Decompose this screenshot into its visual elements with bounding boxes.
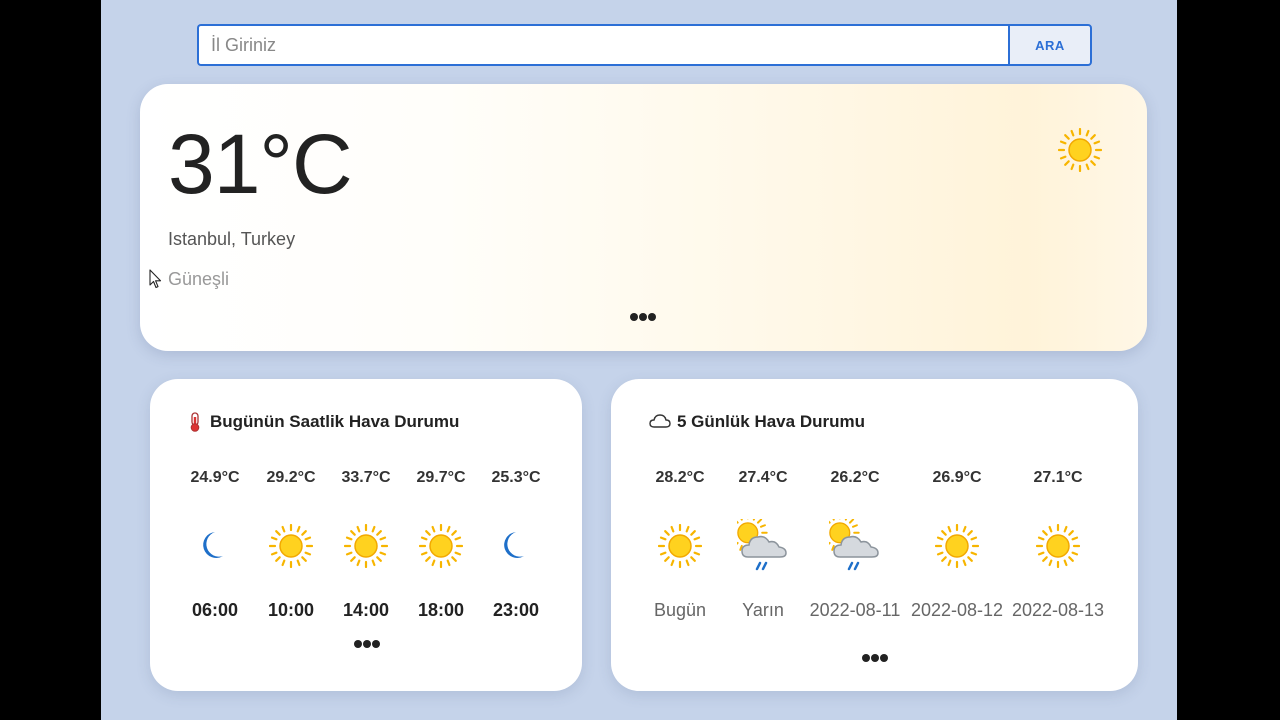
daily-temp: 27.1°C bbox=[1033, 469, 1083, 486]
app-container: ARA 31°C Istanbul, Turkey Güneşli Bugünü… bbox=[101, 0, 1177, 720]
current-condition: Güneşli bbox=[168, 269, 230, 289]
daily-temp: 27.4°C bbox=[738, 469, 788, 486]
hourly-time: 23:00 bbox=[492, 600, 540, 620]
sun-icon bbox=[658, 524, 702, 568]
moon-icon bbox=[504, 532, 524, 558]
more-options-icon[interactable] bbox=[354, 640, 380, 648]
thermometer-icon bbox=[190, 412, 200, 432]
sun-icon bbox=[419, 524, 463, 568]
sun-icon bbox=[935, 524, 979, 568]
daily-forecast-panel: 5 Günlük Hava Durumu 28.2°C Bugün 27.4°C… bbox=[611, 379, 1138, 691]
daily-forecast-title: 5 Günlük Hava Durumu bbox=[649, 412, 865, 432]
daily-day: 2022-08-12 bbox=[910, 600, 1004, 620]
cloud-icon bbox=[649, 414, 671, 428]
search-bar: ARA bbox=[197, 24, 1092, 66]
more-options-icon[interactable] bbox=[862, 654, 888, 662]
more-options-icon[interactable] bbox=[630, 313, 656, 321]
hourly-temp: 25.3°C bbox=[491, 469, 541, 486]
moon-icon bbox=[203, 532, 223, 558]
current-weather-card: 31°C Istanbul, Turkey Güneşli bbox=[140, 84, 1147, 351]
hourly-forecast-title: Bugünün Saatlik Hava Durumu bbox=[186, 412, 459, 432]
sun-icon bbox=[269, 524, 313, 568]
current-location: Istanbul, Turkey bbox=[168, 229, 296, 249]
current-temperature: 31°C bbox=[168, 117, 353, 211]
hourly-forecast-title-text: Bugünün Saatlik Hava Durumu bbox=[210, 412, 460, 431]
sun-icon bbox=[1058, 128, 1102, 172]
sun-icon bbox=[1036, 524, 1080, 568]
daily-temp: 26.2°C bbox=[830, 469, 880, 486]
mouse-cursor-icon bbox=[149, 269, 162, 289]
daily-forecast-title-text: 5 Günlük Hava Durumu bbox=[677, 412, 865, 431]
hourly-forecast-panel: Bugünün Saatlik Hava Durumu 24.9°C 06:00… bbox=[150, 379, 582, 691]
sun-icon bbox=[344, 524, 388, 568]
sun-rain-cloud-icon bbox=[829, 519, 881, 571]
city-search-input[interactable] bbox=[197, 24, 1008, 66]
daily-day: 2022-08-13 bbox=[1011, 600, 1105, 620]
daily-temp: 26.9°C bbox=[932, 469, 982, 486]
daily-day: 2022-08-11 bbox=[809, 600, 901, 620]
search-button[interactable]: ARA bbox=[1008, 24, 1092, 66]
sun-rain-cloud-icon bbox=[737, 519, 789, 571]
